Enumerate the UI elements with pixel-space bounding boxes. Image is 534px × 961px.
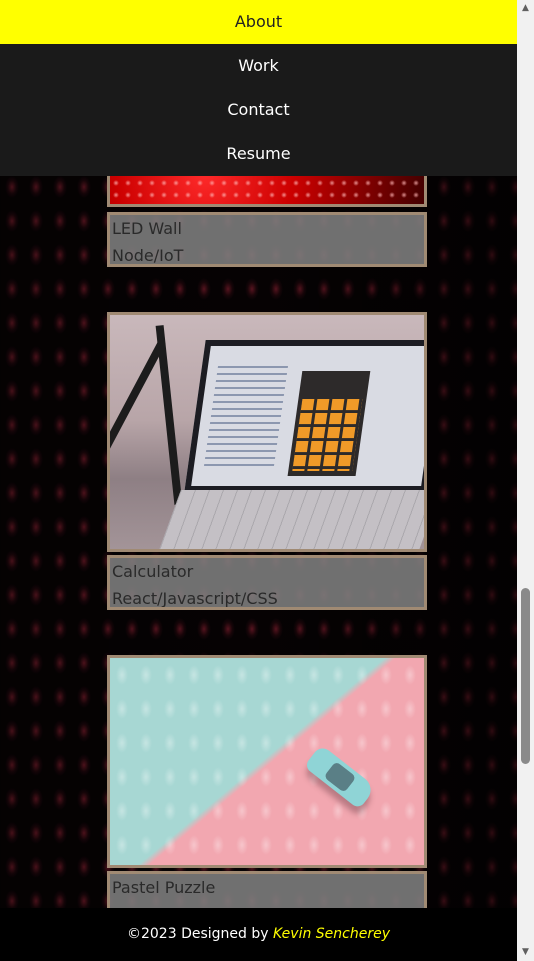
project-pastel-puzzle-image[interactable] — [107, 655, 427, 868]
calculator-app — [287, 371, 371, 476]
project-calculator-image[interactable] — [107, 312, 427, 552]
main-nav: About Work Contact Resume — [0, 0, 517, 176]
nav-work[interactable]: Work — [0, 44, 517, 88]
scroll-thumb[interactable] — [521, 588, 530, 764]
scroll-up-arrow-icon[interactable]: ▲ — [517, 0, 534, 17]
nav-contact[interactable]: Contact — [0, 88, 517, 132]
project-calculator-caption[interactable]: Calculator React/Javascript/CSS — [107, 555, 427, 610]
laptop-screen — [184, 340, 424, 492]
project-title: Pastel Puzzle — [112, 878, 216, 897]
scroll-down-arrow-icon[interactable]: ▼ — [517, 944, 534, 961]
footer: ©2023 Designed by Kevin Sencherey — [0, 908, 517, 961]
code-lines — [203, 366, 289, 466]
project-title: Calculator — [112, 562, 194, 581]
mic-stand-shape — [155, 325, 183, 505]
project-tech: React/Javascript/CSS — [112, 589, 278, 608]
toy-car-shape — [303, 744, 377, 810]
calculator-keys — [292, 399, 363, 471]
vertical-scrollbar[interactable]: ▲ ▼ — [517, 0, 534, 961]
nav-about[interactable]: About — [0, 0, 517, 44]
mic-arm-shape — [110, 340, 166, 450]
footer-author-link[interactable]: Kevin Sencherey — [273, 926, 390, 942]
project-tech: Node/IoT — [112, 246, 184, 265]
nav-resume[interactable]: Resume — [0, 132, 517, 176]
laptop-keyboard — [159, 490, 424, 549]
project-led-wall-caption[interactable]: LED Wall Node/IoT — [107, 212, 427, 267]
footer-copyright: ©2023 Designed by — [126, 926, 273, 942]
project-title: LED Wall — [112, 219, 182, 238]
